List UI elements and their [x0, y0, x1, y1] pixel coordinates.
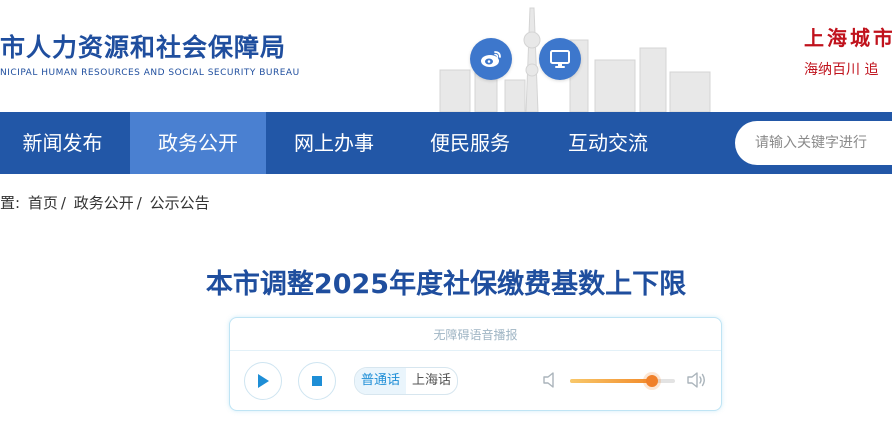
site-header: 市人力资源和社会保障局 NICIPAL HUMAN RESOURCES AND …	[0, 0, 892, 112]
breadcrumb-home[interactable]: 首页	[28, 194, 58, 212]
nav-item-government-affairs[interactable]: 政务公开	[130, 112, 266, 174]
language-selector: 普通话 上海话	[354, 367, 459, 395]
breadcrumb: 置: 首页 / 政务公开 / 公示公告	[0, 192, 213, 213]
site-subtitle: NICIPAL HUMAN RESOURCES AND SOCIAL SECUR…	[0, 68, 300, 78]
city-slogan-sub: 海纳百川 追	[804, 62, 879, 78]
stop-icon	[312, 376, 322, 386]
breadcrumb-announcements[interactable]: 公示公告	[150, 194, 210, 212]
audio-player: 无障碍语音播报 普通话 上海话	[229, 317, 722, 411]
nav-item-online-services[interactable]: 网上办事	[266, 112, 402, 174]
breadcrumb-government-affairs[interactable]: 政务公开	[74, 194, 134, 212]
player-label: 无障碍语音播报	[433, 328, 518, 342]
city-slogan: 上海城市	[804, 26, 892, 50]
language-mandarin[interactable]: 普通话	[355, 368, 407, 394]
play-button[interactable]	[244, 362, 282, 400]
site-title[interactable]: 市人力资源和社会保障局	[0, 28, 286, 64]
player-header: 无障碍语音播报	[230, 318, 721, 351]
nav-item-news[interactable]: 新闻发布	[0, 112, 125, 174]
nav-item-interaction[interactable]: 互动交流	[538, 112, 678, 174]
article-title: 本市调整2025年度社保缴费基数上下限	[205, 269, 687, 300]
volume-slider[interactable]	[570, 375, 675, 387]
desktop-icon[interactable]	[539, 38, 581, 80]
volume-slider-fill	[570, 379, 652, 383]
language-shanghainese[interactable]: 上海话	[406, 368, 457, 394]
nav-item-convenience-services[interactable]: 便民服务	[402, 112, 538, 174]
breadcrumb-separator: /	[60, 194, 66, 212]
search-input[interactable]	[755, 121, 892, 165]
volume-slider-handle[interactable]	[645, 375, 658, 387]
volume-high-icon[interactable]	[686, 370, 708, 390]
search-box	[735, 121, 892, 165]
stop-button[interactable]	[298, 362, 336, 400]
breadcrumb-prefix: 置:	[0, 194, 21, 212]
breadcrumb-separator: /	[136, 194, 142, 212]
weibo-icon[interactable]	[470, 38, 512, 80]
volume-low-icon[interactable]	[542, 371, 558, 389]
play-icon	[258, 374, 269, 388]
